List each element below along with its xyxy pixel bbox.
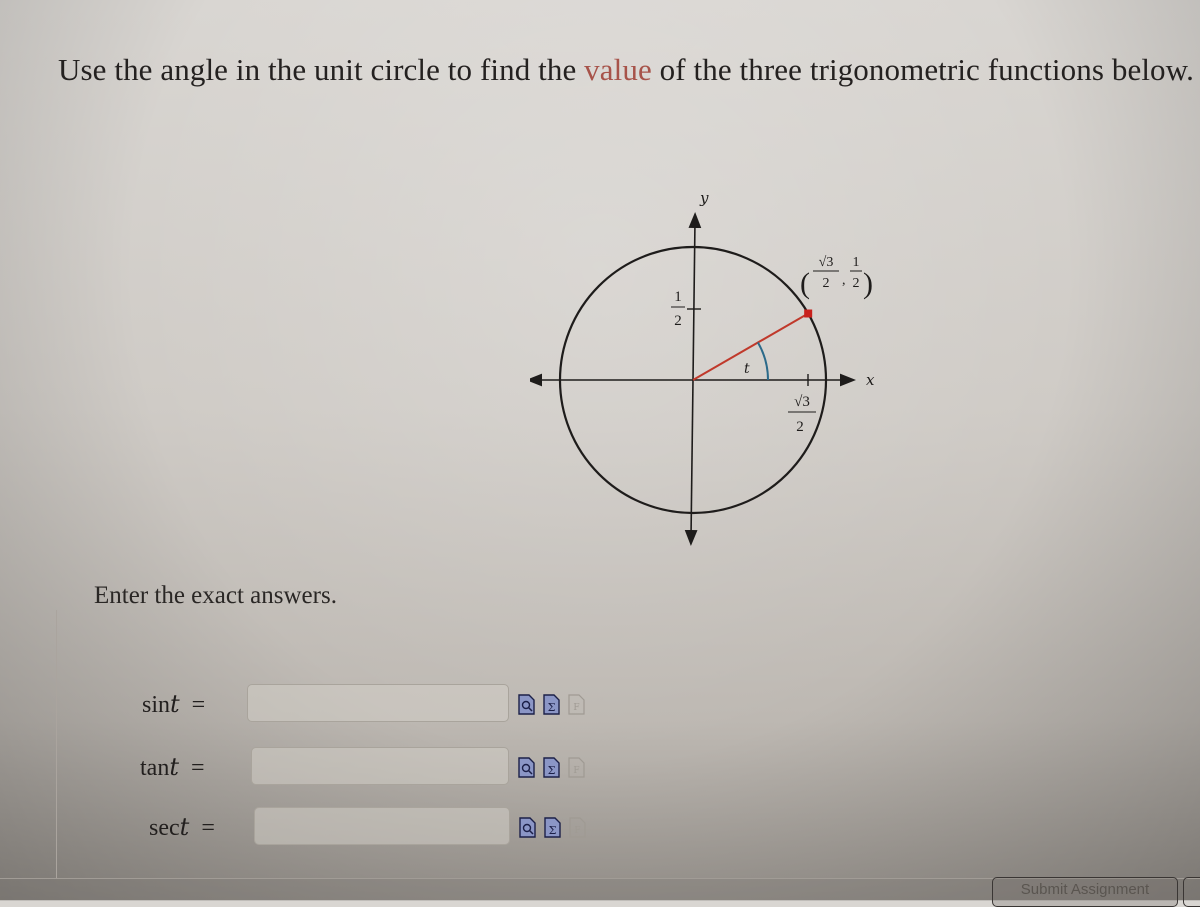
prompt-text-after: of the three trigonometric functions bel… [651,52,1194,87]
y-axis-negative [684,379,698,546]
preview-icon[interactable] [518,757,535,778]
instructions: Enter the exact answers. [94,582,337,609]
function-disabled-icon: F [568,694,585,715]
function-name: sin [142,692,171,718]
unit-circle-svg: y x t 1 2 √3 2 ( √3 2 , 1 2 ) [526,189,875,546]
tan-label: tant = [140,753,205,782]
svg-text:Σ: Σ [548,701,556,714]
y-axis-positive [688,212,702,381]
content-frame-border [56,610,57,878]
equals-sign: = [190,755,205,781]
y-axis-label: y [699,189,709,207]
equation-editor-icon[interactable]: Σ [544,817,561,838]
sin-label: sint = [142,690,205,719]
sec-label: sect = [149,813,215,842]
y-tick-label: 1 2 [671,289,685,329]
x-tick-denominator: 2 [796,419,804,435]
right-paren: ) [863,267,873,300]
function-disabled-icon: F [568,757,585,778]
tan-answer-input[interactable] [251,747,509,785]
submit-assignment-button[interactable]: Submit Assignment [992,877,1178,907]
point-x-numerator: √3 [819,255,834,270]
tan-tools: Σ F [518,757,585,778]
svg-text:F: F [573,766,579,776]
x-axis-label: x [866,371,875,389]
prompt-text-before: Use the angle in the unit circle to find… [58,52,585,87]
terminal-side-radius [692,312,809,381]
function-name: tan [140,755,170,781]
left-paren: ( [800,267,810,300]
question-prompt: Use the angle in the unit circle to find… [58,52,1194,88]
preview-icon[interactable] [519,817,536,838]
equals-sign: = [191,692,206,718]
y-tick-denominator: 2 [674,313,682,329]
equation-editor-icon[interactable]: Σ [543,757,560,778]
sin-tools: Σ F [518,694,585,715]
y-tick-numerator: 1 [674,289,682,305]
svg-text:Σ: Σ [548,764,556,777]
x-tick-label: √3 2 [788,394,816,435]
equation-editor-icon[interactable]: Σ [543,694,560,715]
sec-tools: Σ F [519,817,586,838]
terminal-point [804,309,813,318]
x-tick-numerator: √3 [794,394,810,410]
comma: , [842,273,846,288]
sin-answer-input[interactable] [247,684,509,722]
preview-icon[interactable] [518,694,535,715]
point-y-numerator: 1 [853,255,860,270]
prompt-highlight: value [584,52,652,87]
variable: t [169,753,179,781]
point-x-denominator: 2 [823,276,830,291]
svg-text:F: F [573,703,579,713]
angle-arc [757,342,769,381]
unit-circle-figure: y x t 1 2 √3 2 ( √3 2 , 1 2 ) [526,180,900,550]
point-y-denominator: 2 [853,276,860,291]
sec-answer-input[interactable] [254,807,510,845]
function-disabled-icon: F [569,817,586,838]
variable: t [179,813,190,841]
point-coordinate-label: ( √3 2 , 1 2 ) [800,255,873,300]
svg-text:Σ: Σ [549,824,557,837]
function-name: sec [149,815,180,841]
equals-sign: = [201,815,215,841]
svg-text:F: F [574,826,580,836]
angle-label: t [744,361,750,377]
secondary-footer-button[interactable] [1183,877,1200,907]
variable: t [170,690,180,718]
